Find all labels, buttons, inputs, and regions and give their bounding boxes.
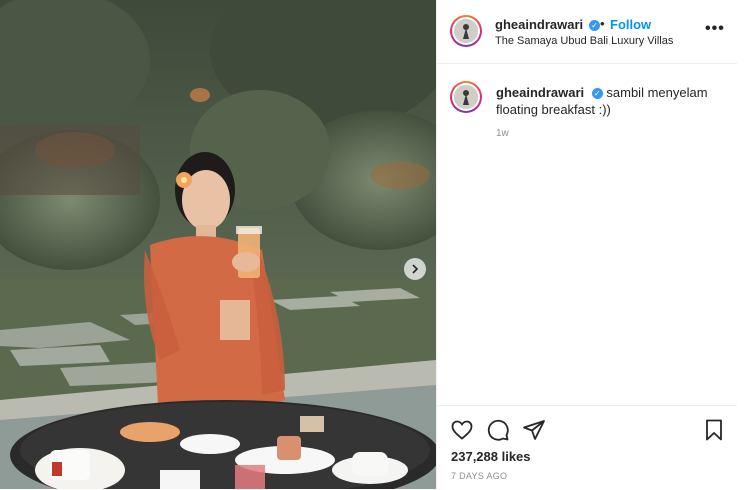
post-date[interactable]: 7 DAYS AGO (451, 471, 507, 481)
verified-badge-icon: ✓ (591, 88, 603, 100)
instagram-post: gheaindrawari ✓ • Follow The Samaya Ubud… (0, 0, 745, 489)
send-icon[interactable] (522, 418, 546, 442)
avatar-photo (454, 19, 478, 43)
caption-avatar[interactable] (450, 81, 482, 113)
location-link[interactable]: The Samaya Ubud Bali Luxury Villas (495, 35, 673, 47)
post-photo[interactable] (0, 0, 436, 489)
header-username[interactable]: gheaindrawari (495, 17, 583, 32)
next-photo-button[interactable] (404, 258, 426, 280)
avatar[interactable] (450, 15, 482, 47)
post-header: gheaindrawari ✓ • Follow The Samaya Ubud… (437, 0, 737, 64)
caption-time[interactable]: 1w (496, 128, 509, 139)
caption-body: gheaindrawari ✓ sambil menyelam floating… (496, 84, 726, 118)
verified-badge-icon: ✓ (589, 20, 600, 31)
more-options-button[interactable]: ••• (705, 20, 725, 38)
post-sidebar: gheaindrawari ✓ • Follow The Samaya Ubud… (436, 0, 745, 489)
photo-illustration (0, 0, 436, 489)
post-actions: 237,288 likes 7 DAYS AGO (437, 405, 737, 490)
heart-icon[interactable] (450, 418, 474, 442)
comment-icon[interactable] (486, 418, 510, 442)
avatar-photo (454, 85, 478, 109)
caption-username[interactable]: gheaindrawari (496, 85, 584, 100)
follow-button[interactable]: Follow (610, 17, 651, 32)
chevron-right-icon (412, 264, 419, 274)
likes-count[interactable]: 237,288 likes (451, 449, 531, 464)
separator-dot: • (600, 16, 605, 31)
bookmark-icon[interactable] (702, 418, 726, 442)
